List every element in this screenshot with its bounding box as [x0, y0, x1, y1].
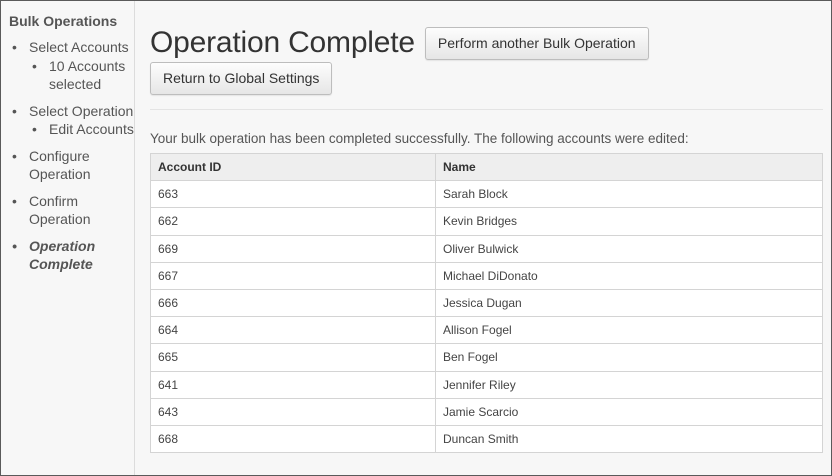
substep-edit-accounts: Edit Accounts	[29, 120, 134, 139]
page-title: Operation Complete	[150, 26, 415, 59]
account-name-cell: Michael DiDonato	[435, 261, 823, 290]
account-name-cell: Jennifer Riley	[435, 370, 823, 399]
account-name-cell: Ben Fogel	[435, 343, 823, 372]
column-header-account-id: Account ID	[150, 152, 436, 182]
table-row: 666 Jessica Dugan	[150, 288, 823, 318]
header-row: Operation Complete Perform another Bulk …	[150, 26, 823, 60]
step-configure-operation[interactable]: Configure Operation	[9, 147, 134, 184]
completion-message: Your bulk operation has been completed s…	[150, 131, 689, 146]
table-row: 669 Oliver Bulwick	[150, 234, 823, 263]
divider	[150, 109, 823, 110]
account-id-cell: 664	[150, 316, 436, 345]
return-to-global-settings-button[interactable]: Return to Global Settings	[150, 62, 333, 95]
account-name-cell: Jamie Scarcio	[435, 397, 823, 426]
main-content: Operation Complete Perform another Bulk …	[135, 1, 831, 475]
column-header-name: Name	[435, 152, 823, 182]
account-id-cell: 662	[150, 207, 436, 236]
step-select-accounts[interactable]: Select Accounts 10 Accounts selected	[9, 38, 134, 94]
account-name-cell: Duncan Smith	[435, 424, 823, 454]
account-name-cell: Kevin Bridges	[435, 207, 823, 236]
sidebar: Bulk Operations Select Accounts 10 Accou…	[1, 1, 135, 475]
table-row: 662 Kevin Bridges	[150, 207, 823, 236]
account-id-cell: 663	[150, 180, 436, 209]
step-label: Select Operation	[29, 102, 134, 119]
substep-list: Edit Accounts	[29, 120, 134, 139]
account-name-cell: Sarah Block	[435, 180, 823, 209]
account-id-cell: 665	[150, 343, 436, 372]
step-label: Configure Operation	[29, 147, 91, 183]
step-list: Select Accounts 10 Accounts selected Sel…	[9, 38, 134, 274]
account-name-cell: Jessica Dugan	[435, 288, 823, 318]
account-id-cell: 667	[150, 261, 436, 290]
substep-accounts-selected: 10 Accounts selected	[29, 57, 134, 94]
edited-accounts-table: Account ID Name 663 Sarah Block 662 Kevi…	[150, 152, 823, 454]
step-operation-complete: Operation Complete	[9, 237, 134, 274]
account-id-cell: 641	[150, 370, 436, 399]
step-label: Confirm Operation	[29, 192, 91, 228]
table-row: 668 Duncan Smith	[150, 424, 823, 454]
table-row: 643 Jamie Scarcio	[150, 397, 823, 426]
step-confirm-operation[interactable]: Confirm Operation	[9, 192, 134, 229]
substep-list: 10 Accounts selected	[29, 57, 134, 94]
table-row: 663 Sarah Block	[150, 180, 823, 209]
table-row: 665 Ben Fogel	[150, 343, 823, 372]
account-id-cell: 643	[150, 397, 436, 426]
step-label: Operation Complete	[29, 237, 96, 273]
table-row: 664 Allison Fogel	[150, 316, 823, 345]
step-select-operation[interactable]: Select Operation Edit Accounts	[9, 102, 134, 139]
perform-another-operation-button[interactable]: Perform another Bulk Operation	[424, 26, 649, 60]
account-name-cell: Oliver Bulwick	[435, 234, 823, 263]
sidebar-title: Bulk Operations	[9, 13, 118, 29]
table-header-row: Account ID Name	[150, 152, 823, 182]
table-row: 667 Michael DiDonato	[150, 261, 823, 290]
step-label: Select Accounts	[29, 39, 129, 55]
account-name-cell: Allison Fogel	[435, 316, 823, 345]
account-id-cell: 669	[150, 234, 436, 263]
account-id-cell: 666	[150, 288, 436, 318]
table-row: 641 Jennifer Riley	[150, 370, 823, 399]
account-id-cell: 668	[150, 424, 436, 454]
app-frame: Bulk Operations Select Accounts 10 Accou…	[0, 0, 832, 476]
